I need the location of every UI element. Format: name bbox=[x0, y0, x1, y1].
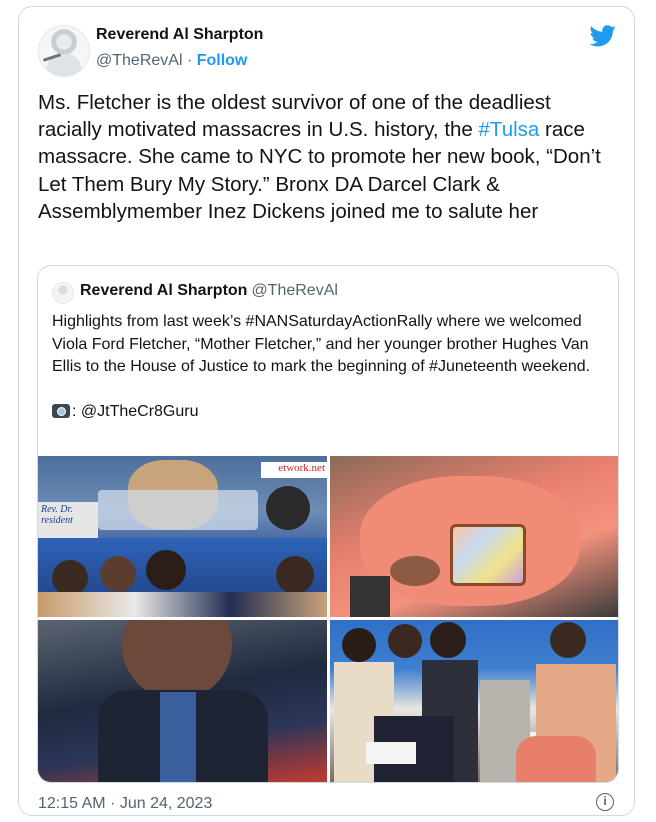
photo-person bbox=[52, 560, 88, 596]
author-handle-line: @TheRevAl · Follow bbox=[96, 52, 247, 70]
photo-handbag bbox=[450, 524, 526, 586]
photo-shirt bbox=[160, 692, 196, 782]
quoted-author-line: Reverend Al Sharpton @TheRevAl bbox=[80, 282, 338, 300]
photo-certificate bbox=[366, 742, 416, 764]
follow-button[interactable]: Follow bbox=[197, 52, 248, 69]
quoted-author-handle[interactable]: @TheRevAl bbox=[251, 282, 338, 299]
photo-face bbox=[122, 620, 232, 700]
twitter-bird-icon[interactable] bbox=[590, 25, 616, 47]
photo-person bbox=[550, 622, 586, 658]
quoted-text: Highlights from last week’s #NANSaturday… bbox=[52, 311, 608, 424]
photo-credit[interactable]: : @JtTheCr8Guru bbox=[72, 403, 199, 420]
camera-icon bbox=[52, 404, 70, 419]
photo-person bbox=[388, 624, 422, 658]
photo-person bbox=[342, 628, 376, 662]
photo-veteran[interactable] bbox=[38, 620, 327, 782]
quoted-tweet[interactable]: Reverend Al Sharpton @TheRevAl Highlights… bbox=[37, 265, 619, 783]
photo-hand bbox=[390, 556, 440, 586]
handle-separator: · bbox=[182, 52, 197, 69]
photo-survivor-hands[interactable] bbox=[330, 456, 618, 617]
photo-wheelchair bbox=[350, 576, 390, 617]
photo-person bbox=[146, 550, 186, 590]
quoted-author-name[interactable]: Reverend Al Sharpton bbox=[80, 282, 247, 299]
author-handle[interactable]: @TheRevAl bbox=[96, 52, 183, 69]
photo-person bbox=[276, 556, 314, 594]
info-icon[interactable]: i bbox=[596, 793, 614, 811]
author-name[interactable]: Reverend Al Sharpton bbox=[96, 26, 263, 44]
tweet-card: Reverend Al Sharpton @TheRevAl · Follow … bbox=[18, 6, 635, 816]
tweet-text: Ms. Fletcher is the oldest survivor of o… bbox=[38, 89, 618, 225]
photo-person bbox=[430, 622, 466, 658]
photo-clothes bbox=[38, 592, 327, 617]
tweet-timestamp[interactable]: 12:15 AM · Jun 24, 2023 bbox=[38, 795, 212, 813]
photo-dress bbox=[516, 736, 596, 782]
podium-sign: Rev. Dr. resident bbox=[38, 502, 98, 540]
photo-group[interactable] bbox=[330, 620, 618, 782]
photo-grid: Rev. Dr. resident etwork.net bbox=[38, 456, 618, 782]
quoted-author-avatar[interactable] bbox=[52, 282, 74, 304]
photo-podium-shape bbox=[98, 490, 258, 530]
hashtag-link[interactable]: #Tulsa bbox=[479, 118, 540, 141]
photo-podium[interactable]: Rev. Dr. resident etwork.net bbox=[38, 456, 327, 617]
author-avatar[interactable] bbox=[38, 25, 90, 77]
quoted-body: Highlights from last week’s #NANSaturday… bbox=[52, 313, 594, 376]
photo-person bbox=[266, 486, 310, 530]
banner-text: etwork.net bbox=[261, 462, 327, 478]
photo-person bbox=[100, 556, 136, 592]
